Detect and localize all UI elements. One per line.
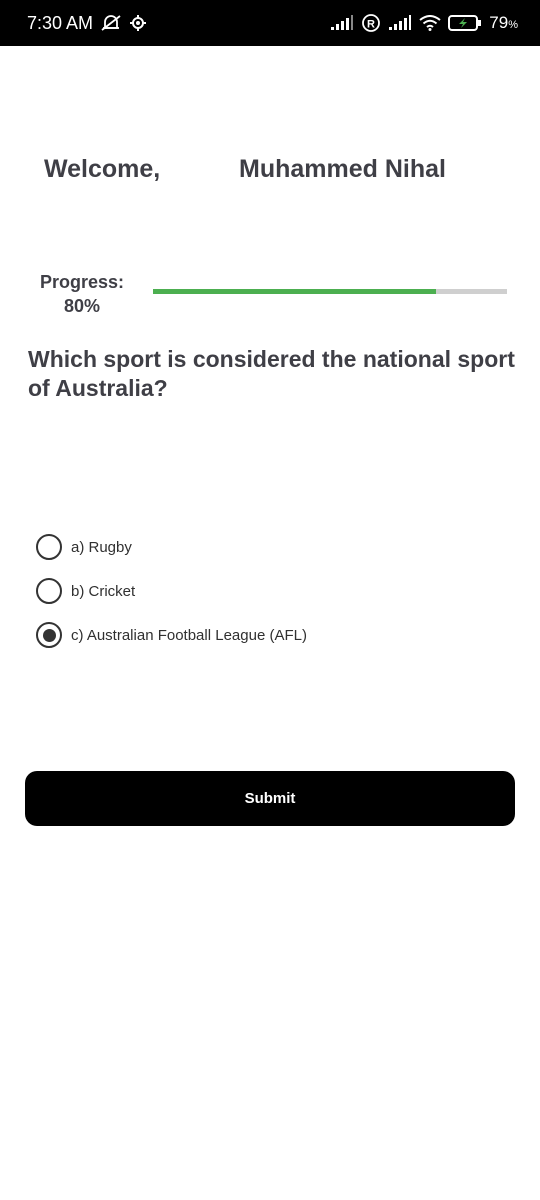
radio-button[interactable] — [36, 622, 62, 648]
signal-icon — [388, 15, 412, 31]
question-text: Which sport is considered the national s… — [28, 346, 515, 401]
signal-icon — [330, 15, 354, 31]
radio-button[interactable] — [36, 578, 62, 604]
radio-button[interactable] — [36, 534, 62, 560]
option-label: b) Cricket — [71, 582, 136, 600]
progress-value-text: 80% — [63, 296, 101, 316]
progress-bar-fill — [153, 289, 437, 294]
option-a[interactable]: a) Rugby — [36, 525, 516, 569]
radio-dot — [42, 628, 56, 642]
svg-text:R: R — [367, 19, 375, 31]
roaming-icon: R — [361, 13, 381, 33]
status-time: 7:30 AM — [27, 12, 94, 33]
option-b[interactable]: b) Cricket — [36, 569, 516, 613]
progress-label: Progress: 80% — [30, 270, 134, 318]
silent-alarm-icon — [99, 14, 123, 32]
welcome-greeting: Welcome, — [44, 155, 161, 183]
progress-bar — [153, 289, 507, 294]
battery-charging-icon — [448, 14, 482, 32]
welcome-heading: Welcome, Muhammed Nihal — [44, 155, 514, 184]
submit-button[interactable]: Submit — [25, 771, 515, 826]
answer-options: a) Rugby b) Cricket c) Australian Footba… — [36, 525, 516, 657]
option-c[interactable]: c) Australian Football League (AFL) — [36, 613, 516, 657]
progress-label-text: Progress: — [39, 272, 125, 292]
option-label: a) Rugby — [71, 538, 132, 556]
status-bar: 7:30 AM R 79% — [0, 0, 540, 46]
wifi-icon — [419, 15, 441, 31]
battery-percent: 79% — [489, 13, 518, 32]
option-label: c) Australian Football League (AFL) — [71, 626, 307, 644]
user-name: Muhammed Nihal — [239, 155, 446, 183]
settings-gear-icon — [129, 14, 147, 32]
